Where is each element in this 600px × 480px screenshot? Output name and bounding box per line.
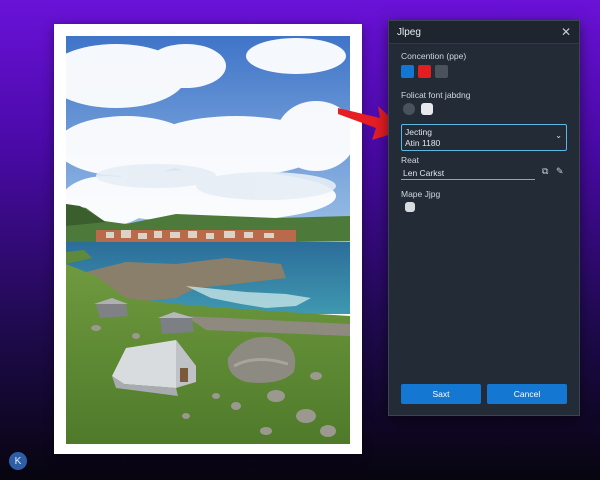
name-input[interactable] (401, 166, 535, 180)
edit-pencil-icon[interactable]: ✎ (556, 166, 564, 177)
checkbox-group (405, 202, 415, 212)
section2-label: Folicat font jabdng (401, 90, 471, 100)
dialog-title: Jlpeg (397, 26, 421, 38)
option-toggle-group (403, 103, 433, 115)
photo-frame (54, 24, 362, 454)
chevron-down-icon: ⌄ (555, 131, 562, 140)
select-value: Atin 1180 (405, 138, 441, 148)
section4-label: Reat (401, 155, 419, 165)
select-label: Jecting (405, 127, 432, 137)
jpeg-export-dialog: Jlpeg ✕ Concention (ppe) Folicat font ja… (388, 20, 580, 416)
swatch-gray[interactable] (435, 65, 448, 78)
coastal-landscape-photo (66, 36, 350, 444)
section1-label: Concention (ppe) (401, 51, 467, 61)
swatch-red[interactable] (418, 65, 431, 78)
dialog-titlebar: Jlpeg ✕ (389, 21, 579, 44)
mape-checkbox[interactable] (405, 202, 415, 212)
option-light-checkbox[interactable] (421, 103, 433, 115)
section5-label: Mape Jjpg (401, 189, 441, 199)
copy-icon[interactable]: ⧉ (542, 166, 548, 177)
text-field-row: ⧉ ✎ (401, 166, 565, 180)
app-corner-icon[interactable]: K (9, 452, 27, 470)
save-button[interactable]: Saxt (401, 384, 481, 404)
option-dark-radio[interactable] (403, 103, 415, 115)
swatch-blue[interactable] (401, 65, 414, 78)
preset-select[interactable]: Jecting Atin 1180 ⌄ (401, 124, 567, 151)
color-swatch-group (401, 65, 448, 78)
cancel-button[interactable]: Cancel (487, 384, 567, 404)
close-icon[interactable]: ✕ (561, 26, 571, 38)
